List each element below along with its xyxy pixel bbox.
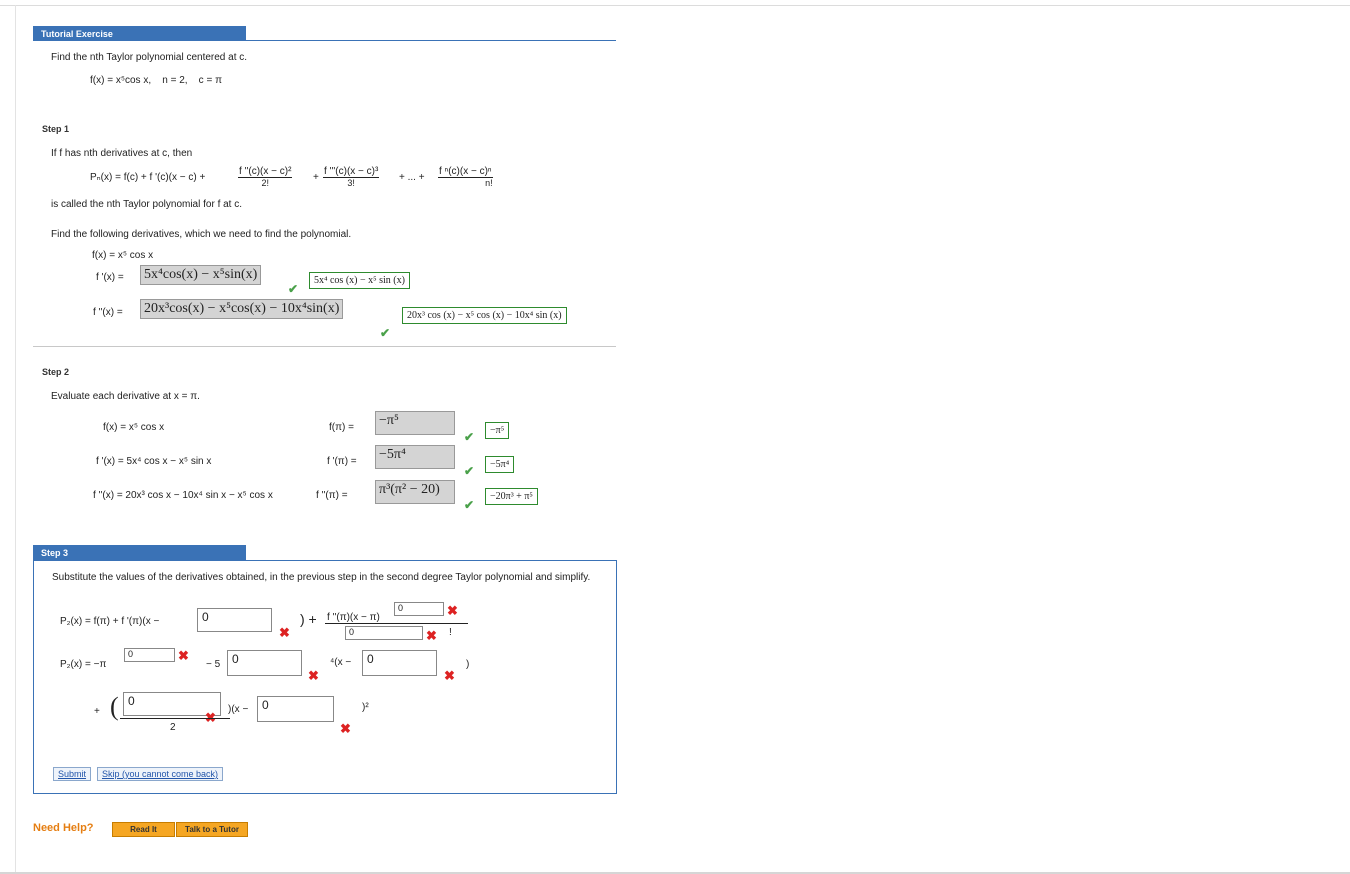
fprime-pi-correct: −5π⁴ [485, 456, 515, 473]
f-pi-correct: −π⁵ [485, 422, 510, 439]
tutorial-header: Tutorial Exercise [33, 26, 246, 41]
line2-mid: ⁴(x − [330, 657, 352, 668]
eval-row-mid: f ''(π) = [316, 490, 348, 501]
x-mark-icon: ✖ [308, 668, 319, 683]
fprime-correct-answer: 5x⁴ cos (x) − x⁵ sin (x) [309, 272, 410, 289]
termn-den: n! [485, 178, 493, 188]
term2-num: f ''(c)(x − c)² [238, 166, 293, 178]
open-paren: ( [110, 692, 119, 721]
fprime-label: f '(x) = [96, 272, 124, 283]
term2-den: 2! [261, 178, 269, 188]
find-derivatives-text: Find the following derivatives, which we… [51, 229, 352, 240]
step1-outro: is called the nth Taylor polynomial for … [51, 199, 243, 210]
f-definition: f(x) = x⁵ cos x [92, 250, 154, 261]
step2-instruction: Evaluate each derivative at x = π. [51, 391, 200, 402]
line1-frac-num: f ''(π)(x − π) [327, 612, 380, 623]
step3-box [33, 560, 617, 794]
taylor-formula-lhs: Pₙ(x) = f(c) + f '(c)(x − c) + [90, 172, 206, 183]
term3-den: 3! [347, 178, 355, 188]
line3-input2[interactable]: 0 [257, 696, 334, 722]
fdoubleprime-answer[interactable]: 20x³cos(x) − x⁵cos(x) − 10x⁴sin(x) [140, 299, 344, 319]
term3-num: f '''(c)(x − c)³ [323, 166, 380, 178]
p2-line2-lhs: P₂(x) = −π [60, 659, 107, 670]
step1-intro: If f has nth derivatives at c, then [51, 148, 193, 159]
submit-button[interactable]: Submit [53, 767, 92, 781]
read-it-button[interactable]: Read It [112, 822, 175, 837]
line1-den-input[interactable]: 0 [345, 626, 423, 640]
need-help-title: Need Help? [33, 822, 94, 834]
termn-num: f ⁿ(c)(x − c)ⁿ [438, 166, 493, 178]
step3-label: Step 3 [41, 548, 69, 558]
p2-line1-lhs: P₂(x) = f(π) + f '(π)(x − [60, 616, 160, 627]
fdoubleprime-correct-answer: 20x³ cos (x) − x⁵ cos (x) − 10x⁴ sin (x) [402, 307, 567, 324]
step3-header: Step 3 [33, 545, 246, 560]
x-mark-icon: ✖ [426, 628, 437, 643]
problem-function: f(x) = x⁵cos x, n = 2, c = π [90, 75, 222, 86]
check-icon: ✔ [380, 326, 391, 340]
factorial-sign: ! [449, 627, 452, 638]
eval-row-left: f '(x) = 5x⁴ cos x − x⁵ sin x [96, 456, 212, 467]
fdoubleprime-label: f ''(x) = [93, 307, 123, 318]
left-border [15, 5, 16, 874]
n-value: n = 2, [162, 75, 188, 86]
x-mark-icon: ✖ [178, 648, 189, 663]
plus-sign: + [313, 172, 319, 183]
check-icon: ✔ [464, 464, 475, 478]
check-icon: ✔ [288, 282, 299, 296]
line3-mid: )(x − [228, 704, 249, 715]
line1-input[interactable]: 0 [197, 608, 272, 632]
line3-plus: + [94, 706, 100, 717]
divider [33, 346, 616, 347]
fraction-bar [120, 718, 230, 719]
talk-to-tutor-button[interactable]: Talk to a Tutor [176, 822, 248, 837]
function-def: f(x) = x⁵cos x, [90, 75, 152, 86]
line2-exp-input[interactable]: 0 [124, 648, 175, 662]
line3-den: 2 [170, 722, 176, 733]
fdoubleprime-pi-answer[interactable]: π³(π² − 20) [375, 480, 455, 504]
x-mark-icon: ✖ [340, 721, 351, 736]
eval-row-left: f ''(x) = 20x³ cos x − 10x⁴ sin x − x⁵ c… [93, 490, 273, 501]
line1-close: ) + [300, 611, 317, 627]
termn-fraction: f ⁿ(c)(x − c)ⁿ n! [438, 166, 493, 188]
x-mark-icon: ✖ [279, 625, 290, 640]
term2-fraction: f ''(c)(x − c)² 2! [238, 166, 293, 188]
line1-exp-input[interactable]: 0 [394, 602, 444, 616]
fdoubleprime-pi-correct: −20π³ + π⁵ [485, 488, 538, 505]
line3-close: )² [362, 702, 369, 713]
eval-row-mid: f '(π) = [327, 456, 357, 467]
term3-fraction: f '''(c)(x − c)³ 3! [323, 166, 380, 188]
fraction-bar [325, 623, 468, 624]
minus-five: − 5 [206, 659, 221, 670]
line2-input2[interactable]: 0 [362, 650, 437, 676]
header-rule [33, 40, 616, 41]
step1-label: Step 1 [42, 124, 70, 134]
line2-close: ) [466, 659, 470, 670]
tutorial-title: Tutorial Exercise [41, 29, 113, 39]
step2-label: Step 2 [42, 367, 70, 377]
eval-row-left: f(x) = x⁵ cos x [103, 422, 165, 433]
ellipsis: + ... + [399, 172, 425, 183]
eval-row-mid: f(π) = [329, 422, 354, 433]
x-mark-icon: ✖ [447, 603, 458, 618]
fprime-pi-answer[interactable]: −5π⁴ [375, 445, 455, 469]
top-border [0, 5, 1350, 6]
x-mark-icon: ✖ [444, 668, 455, 683]
check-icon: ✔ [464, 430, 475, 444]
c-value: c = π [198, 75, 222, 86]
fprime-answer[interactable]: 5x⁴cos(x) − x⁵sin(x) [140, 265, 262, 285]
skip-button[interactable]: Skip (you cannot come back) [97, 767, 224, 781]
check-icon: ✔ [464, 498, 475, 512]
line2-input[interactable]: 0 [227, 650, 302, 676]
problem-instruction: Find the nth Taylor polynomial centered … [51, 52, 248, 63]
step3-instruction: Substitute the values of the derivatives… [52, 572, 591, 583]
f-pi-answer[interactable]: −π⁵ [375, 411, 455, 435]
